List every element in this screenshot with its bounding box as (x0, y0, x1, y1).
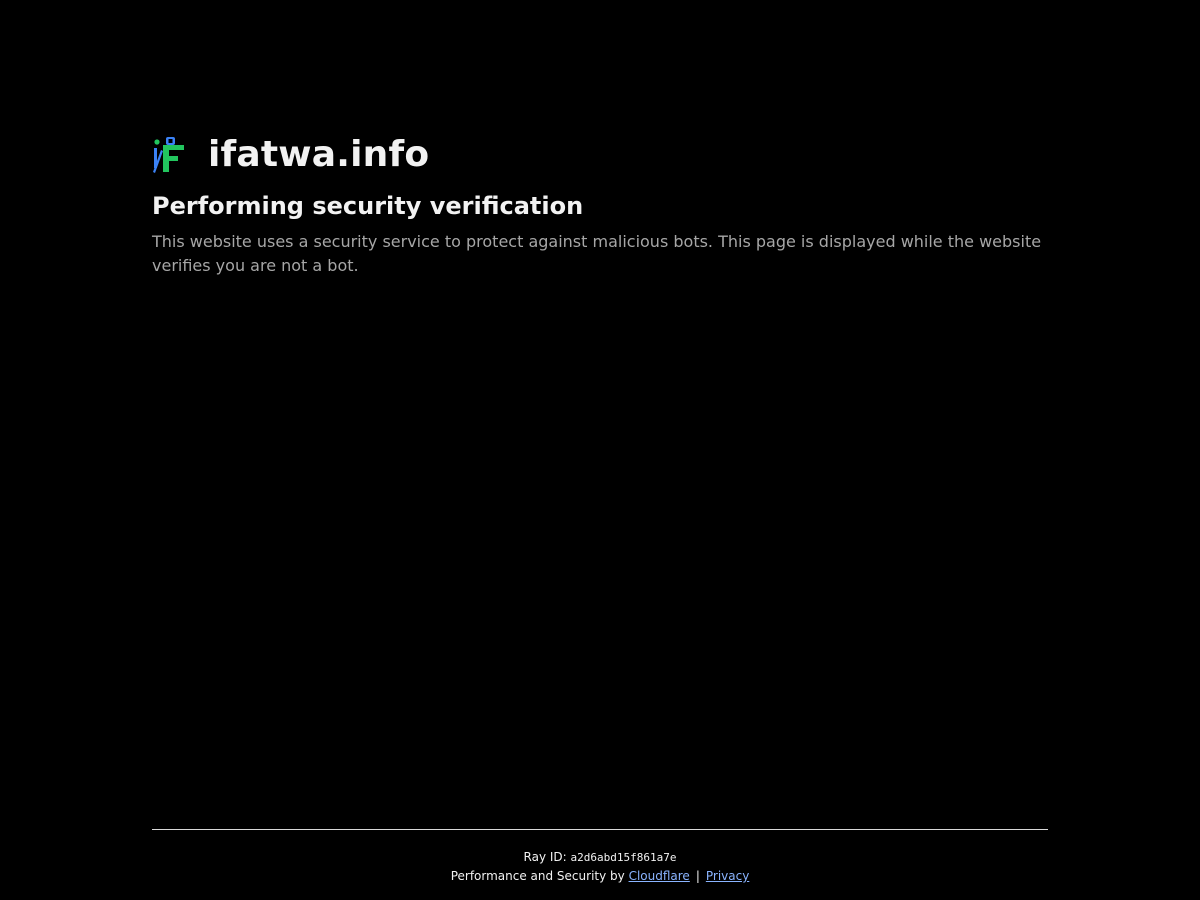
privacy-link[interactable]: Privacy (706, 869, 749, 883)
site-header: ifatwa.info (152, 132, 1048, 178)
page-title: Performing security verification (152, 192, 584, 220)
ray-id-line: Ray ID: a2d6abd15f861a7e (152, 850, 1048, 865)
page: ifatwa.info Performing security verifica… (0, 0, 1200, 900)
ray-id-value: a2d6abd15f861a7e (570, 851, 677, 864)
site-name: ifatwa.info (208, 134, 430, 175)
main-content: ifatwa.info Performing security verifica… (152, 132, 1048, 278)
ifatwa-logo-icon (153, 137, 184, 173)
performance-text: Performance and Security by (450, 869, 629, 883)
verification-description: This website uses a security service to … (152, 232, 1042, 275)
footer-separator: | (695, 869, 700, 883)
performance-line: Performance and Security by Cloudflare | P… (152, 869, 1048, 884)
cloudflare-link[interactable]: Cloudflare (629, 869, 690, 883)
footer: Ray ID: a2d6abd15f861a7e Performance and… (152, 829, 1048, 884)
ray-id-label: Ray ID: (523, 850, 571, 864)
